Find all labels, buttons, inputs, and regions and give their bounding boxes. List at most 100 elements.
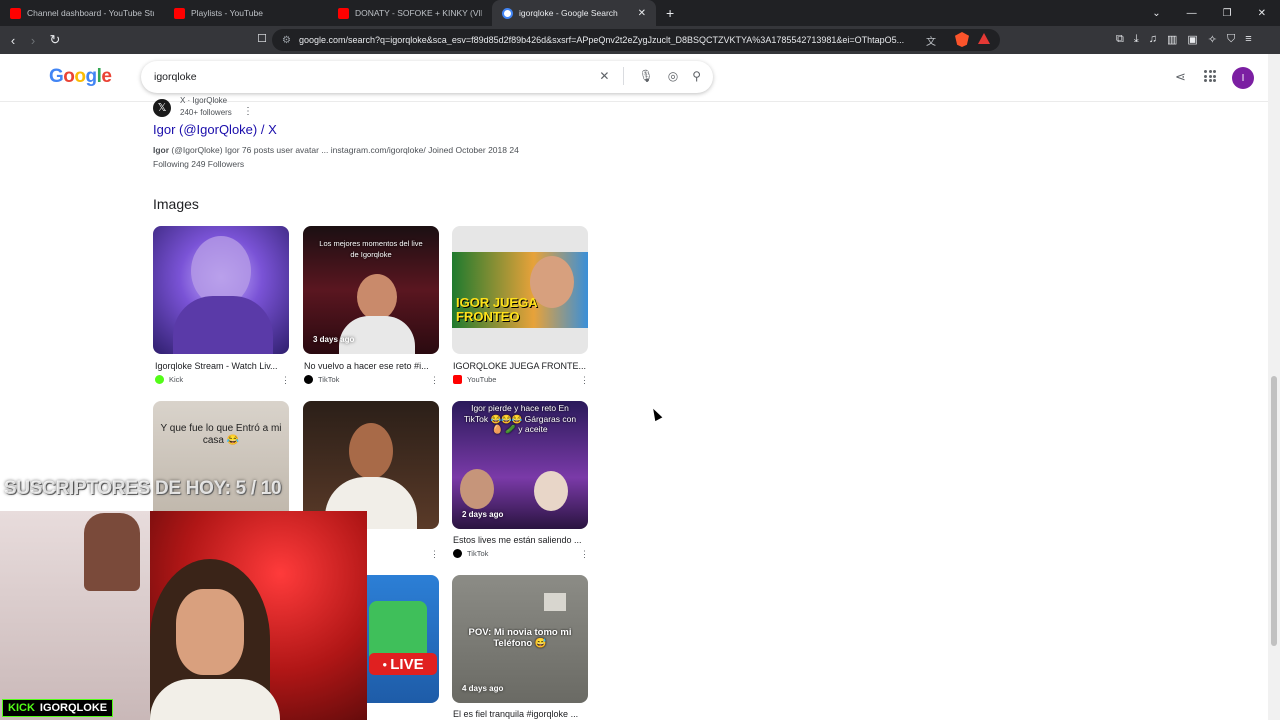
image-caption[interactable]: Igorqloke Stream - Watch Liv... bbox=[155, 361, 291, 371]
subscribers-counter: SUSCRIPTORES DE HOY: 5 / 10 bbox=[4, 478, 282, 499]
more-options-icon[interactable]: ⋮ bbox=[580, 549, 589, 560]
date-badge: 2 days ago bbox=[462, 510, 504, 519]
more-options-icon[interactable]: ⋮ bbox=[430, 375, 439, 386]
image-source: TikTok bbox=[453, 549, 488, 558]
close-icon[interactable]: ✕ bbox=[638, 8, 646, 19]
window-controls: ⌄ — ❐ ✕ bbox=[1152, 8, 1280, 19]
leo-icon[interactable]: ✧ bbox=[1208, 33, 1217, 46]
image-thumbnail[interactable]: Y que fue lo que Entró a mi casa 😂 bbox=[153, 401, 289, 529]
menu-icon[interactable]: ≡ bbox=[1245, 33, 1251, 46]
translate-icon[interactable]: 文 bbox=[926, 33, 936, 48]
more-options-icon[interactable]: ⋮ bbox=[243, 106, 253, 117]
close-window-icon[interactable]: ✕ bbox=[1258, 8, 1266, 19]
person-figure bbox=[349, 423, 393, 479]
tab-title: Playlists - YouTube bbox=[191, 8, 263, 18]
more-options-icon[interactable]: ⋮ bbox=[580, 375, 589, 386]
image-thumbnail[interactable]: POV: Mi novia tomo mi Teléfono 😅 4 days … bbox=[452, 575, 588, 703]
images-section-heading: Images bbox=[153, 196, 199, 212]
tab-title: DONATY - SOFOKE + KINKY (VIDEO bbox=[355, 8, 482, 18]
address-url: google.com/search?q=igorqloke&sca_esv=f8… bbox=[298, 35, 905, 45]
microphone-icon[interactable]: 🎙︎ bbox=[638, 69, 653, 85]
image-thumbnail[interactable]: IGOR JUEGA FRONTEO bbox=[452, 226, 588, 354]
brave-rewards-icon[interactable] bbox=[978, 33, 990, 44]
forward-icon[interactable]: › bbox=[23, 33, 43, 48]
google-icon bbox=[502, 7, 513, 19]
tiktok-icon bbox=[304, 375, 313, 384]
sidebar-icon[interactable]: ▥ bbox=[1167, 33, 1177, 46]
image-thumbnail[interactable] bbox=[303, 401, 439, 529]
vpn-icon[interactable]: ⛉ bbox=[1227, 33, 1235, 46]
bookmark-icon[interactable]: ☐ bbox=[252, 32, 272, 45]
result-followers: 240+ followers bbox=[180, 108, 232, 117]
thumbnail-overlay-text: Y que fue lo que Entró a mi casa 😂 bbox=[160, 423, 282, 446]
tab-title: Channel dashboard - YouTube Studio bbox=[27, 8, 154, 18]
lens-icon[interactable]: ◎ bbox=[668, 69, 678, 85]
apps-grid-icon[interactable] bbox=[1204, 70, 1216, 82]
chevron-down-icon[interactable]: ⌄ bbox=[1152, 8, 1160, 19]
image-caption[interactable]: No vuelvo a hacer ese reto #i... bbox=[304, 361, 440, 371]
search-input[interactable]: igorqloke ✕ 🎙︎ ◎ ⚲ bbox=[141, 61, 713, 93]
result-title-link[interactable]: Igor (@IgorQloke) / X bbox=[153, 122, 277, 137]
person-figure bbox=[357, 274, 397, 320]
wallet-icon[interactable]: ▣ bbox=[1187, 33, 1197, 46]
youtube-icon bbox=[174, 7, 185, 19]
tab-playlists[interactable]: Playlists - YouTube bbox=[164, 0, 328, 26]
image-source: TikTok bbox=[304, 375, 339, 384]
search-box-icons: ✕ 🎙︎ ◎ ⚲ bbox=[599, 67, 701, 85]
thumbnail-graphic bbox=[544, 593, 566, 611]
google-logo[interactable]: Google bbox=[49, 66, 112, 88]
search-icon[interactable]: ⚲ bbox=[692, 69, 701, 85]
reload-icon[interactable]: ↻ bbox=[45, 32, 65, 48]
browser-toolbar: ‹ › ↻ ☐ ⚙ google.com/search?q=igorqloke&… bbox=[0, 26, 1280, 54]
image-caption[interactable]: El es fiel tranquila #igorqloke ... bbox=[453, 709, 589, 719]
webcam-overlay bbox=[0, 511, 367, 720]
extensions-icon[interactable]: ⧉ bbox=[1116, 33, 1124, 46]
clear-icon[interactable]: ✕ bbox=[599, 69, 609, 85]
image-caption[interactable]: Estos lives me están saliendo ... bbox=[453, 535, 589, 545]
thumbnail-overlay-text: IGOR JUEGA FRONTEO bbox=[456, 295, 538, 324]
image-source: Kick bbox=[155, 375, 183, 384]
live-badge: ● LIVE bbox=[369, 653, 437, 675]
youtube-icon bbox=[338, 7, 349, 19]
image-source: YouTube bbox=[453, 375, 496, 384]
share-icon[interactable]: ⋖ bbox=[1175, 69, 1186, 85]
youtube-icon bbox=[453, 375, 462, 384]
image-thumbnail[interactable]: Los mejores momentos del live de Igorqlo… bbox=[303, 226, 439, 354]
tab-youtube-studio[interactable]: Channel dashboard - YouTube Studio bbox=[0, 0, 164, 26]
image-caption[interactable]: IGORQLOKE JUEGA FRONTE... bbox=[453, 361, 589, 371]
thumbnail-overlay-text: Los mejores momentos del live de Igorqlo… bbox=[319, 239, 423, 259]
avatar[interactable]: I bbox=[1232, 67, 1254, 89]
minimize-icon[interactable]: — bbox=[1187, 8, 1197, 19]
image-thumbnail[interactable]: Igor pierde y hace reto En TikTok 😂😂😂 Gá… bbox=[452, 401, 588, 529]
kick-channel-tag: KICK IGORQLOKE bbox=[2, 699, 114, 717]
tune-icon[interactable]: ⚙ bbox=[282, 35, 291, 46]
google-header: Google igorqloke ✕ 🎙︎ ◎ ⚲ ⋖ I bbox=[0, 54, 1268, 102]
result-snippet: Igor (@IgorQloke) Igor 76 posts user ava… bbox=[153, 145, 519, 169]
thumbnail-overlay-text: Igor pierde y hace reto En TikTok 😂😂😂 Gá… bbox=[463, 403, 577, 434]
person-figure bbox=[534, 471, 568, 511]
divider bbox=[623, 67, 625, 85]
media-icon[interactable]: ♫ bbox=[1149, 33, 1157, 46]
youtube-icon bbox=[10, 7, 21, 19]
screen: Channel dashboard - YouTube Studio Playl… bbox=[0, 0, 1280, 720]
tab-title: igorqloke - Google Search bbox=[519, 8, 618, 18]
search-query: igorqloke bbox=[154, 71, 197, 83]
image-thumbnail[interactable] bbox=[153, 226, 289, 354]
x-logo-icon: 𝕏 bbox=[153, 99, 171, 117]
more-options-icon[interactable]: ⋮ bbox=[430, 549, 439, 560]
date-badge: 3 days ago bbox=[313, 335, 355, 344]
person-figure bbox=[460, 469, 494, 509]
downloads-icon[interactable]: ⤓ bbox=[1134, 33, 1139, 46]
more-options-icon[interactable]: ⋮ bbox=[281, 375, 290, 386]
tab-google-search[interactable]: igorqloke - Google Search ✕ bbox=[492, 0, 656, 26]
page-scrollbar[interactable] bbox=[1268, 54, 1280, 720]
scrollbar-thumb[interactable] bbox=[1271, 376, 1277, 646]
new-tab-icon[interactable]: + bbox=[656, 5, 684, 21]
kick-icon bbox=[155, 375, 164, 384]
back-icon[interactable]: ‹ bbox=[3, 33, 23, 48]
kick-logo: KICK bbox=[8, 702, 35, 714]
tab-donaty-video[interactable]: DONATY - SOFOKE + KINKY (VIDEO bbox=[328, 0, 492, 26]
address-bar[interactable]: ⚙ google.com/search?q=igorqloke&sca_esv=… bbox=[272, 29, 1000, 51]
restore-icon[interactable]: ❐ bbox=[1223, 8, 1232, 19]
tiktok-icon bbox=[453, 549, 462, 558]
